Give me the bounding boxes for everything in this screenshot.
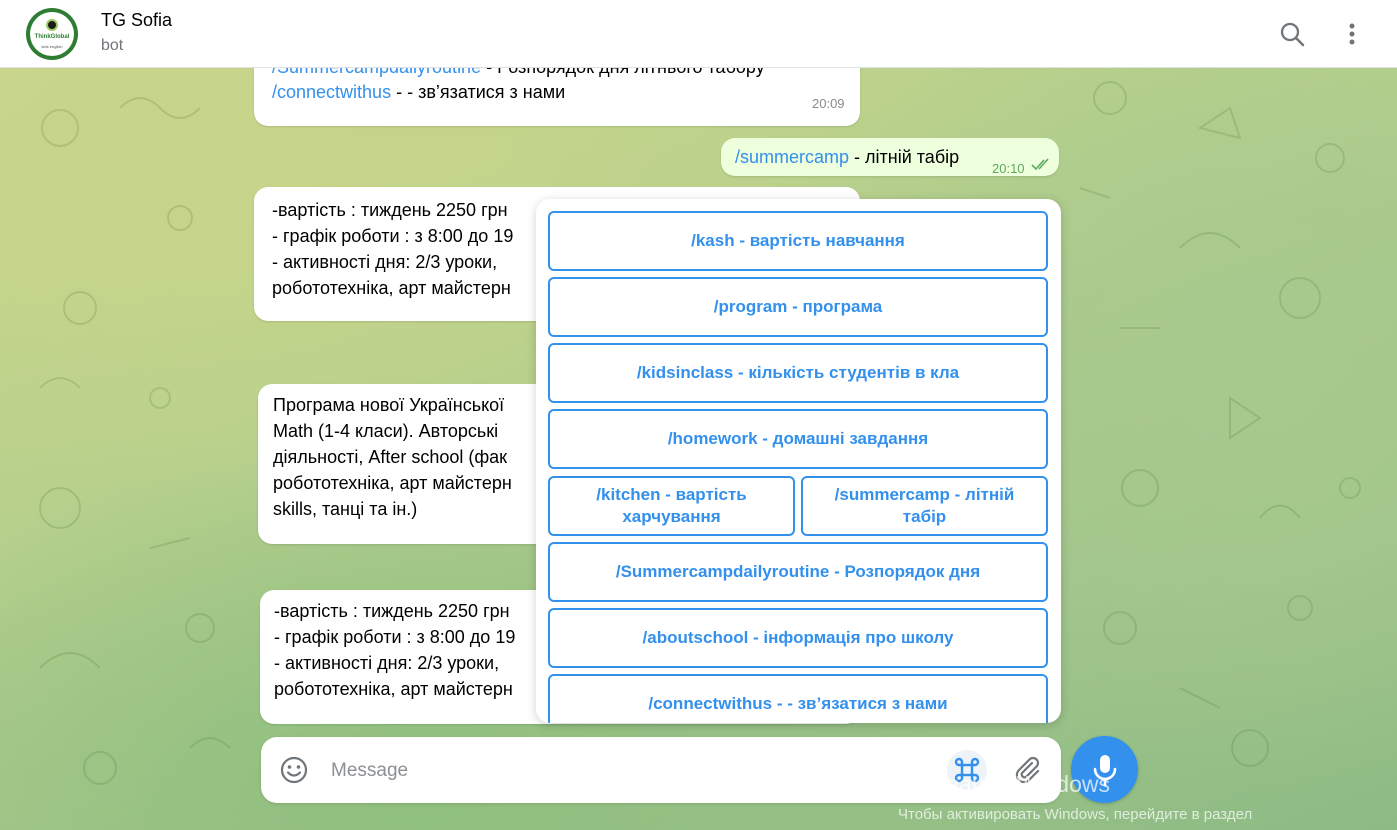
keyboard-button-program[interactable]: /program - програма xyxy=(548,277,1048,337)
keyboard-button-connectwithus[interactable]: /connectwithus - - зв’язатися з нами xyxy=(548,674,1048,723)
double-check-icon xyxy=(1031,158,1049,171)
logo-mark xyxy=(46,19,58,31)
message-text: - - зв’язатися з нами xyxy=(391,82,566,102)
keyboard-button-homework[interactable]: /homework - домашні завдання xyxy=(548,409,1048,469)
avatar-logo: ThinkGlobal kids english xyxy=(30,12,74,56)
windows-activation-title: Активация Windows xyxy=(898,771,1110,797)
emoji-icon[interactable] xyxy=(279,755,309,785)
incoming-message: /Summercampdailyroutine - Розпорядок дня… xyxy=(254,68,860,126)
bot-keyboard: /kash - вартість навчання /program - про… xyxy=(536,199,1061,723)
message-time: 20:10 xyxy=(992,161,1025,176)
message-line: /connectwithus - - зв’язатися з нами xyxy=(272,79,565,105)
avatar-logo-text: ThinkGlobal xyxy=(34,34,70,40)
chat-header: ThinkGlobal kids english TG Sofia bot xyxy=(0,0,1397,68)
message-input[interactable] xyxy=(329,755,933,787)
avatar[interactable]: ThinkGlobal kids english xyxy=(26,8,78,60)
message-time: 20:09 xyxy=(812,96,845,111)
chat-subtitle: bot xyxy=(101,37,124,54)
avatar-logo-subtext: kids english xyxy=(41,44,63,49)
keyboard-button-kash[interactable]: /kash - вартість навчання xyxy=(548,211,1048,271)
keyboard-button-aboutschool[interactable]: /aboutschool - інформація про школу xyxy=(548,608,1048,668)
keyboard-button-kitchen[interactable]: /kitchen - вартість харчування xyxy=(548,476,795,536)
keyboard-button-summercamp[interactable]: /summercamp - літній табір xyxy=(801,476,1048,536)
outgoing-message: /summercamp - літній табір 20:10 xyxy=(721,138,1059,176)
message-text: - літній табір xyxy=(849,147,960,167)
command-link[interactable]: /Summercampdailyroutine xyxy=(272,68,481,77)
more-vertical-icon[interactable] xyxy=(1338,20,1366,48)
command-link[interactable]: /connectwithus xyxy=(272,82,391,102)
windows-activation-hint: Чтобы активировать Windows, перейдите в … xyxy=(898,806,1253,823)
chat-title[interactable]: TG Sofia xyxy=(101,10,172,31)
command-link[interactable]: /summercamp xyxy=(735,147,849,167)
message-line: /summercamp - літній табір xyxy=(735,144,959,170)
message-text: - Розпорядок дня літнього табору xyxy=(481,68,765,77)
keyboard-button-dailyroutine[interactable]: /Summercampdailyroutine - Розпорядок дня xyxy=(548,542,1048,602)
keyboard-button-kidsinclass[interactable]: /kidsinclass - кількість студентів в кла xyxy=(548,343,1048,403)
search-icon[interactable] xyxy=(1278,20,1306,48)
